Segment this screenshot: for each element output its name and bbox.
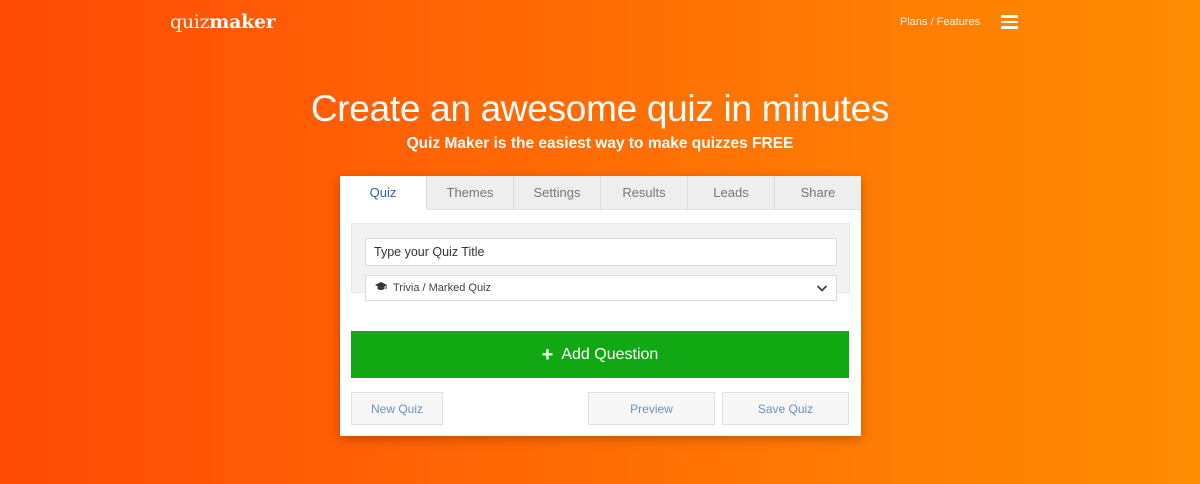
hamburger-line: [1001, 20, 1018, 24]
quiz-type-value: Trivia / Marked Quiz: [393, 282, 492, 294]
logo-light-text: quiz: [170, 11, 210, 33]
quiz-editor-card: Quiz Themes Settings Results Leads Share…: [340, 176, 861, 436]
hero-subtitle: Quiz Maker is the easiest way to make qu…: [406, 135, 794, 152]
new-quiz-button[interactable]: New Quiz: [351, 392, 443, 425]
hamburger-line: [1001, 15, 1018, 18]
tab-share[interactable]: Share: [774, 176, 861, 209]
hamburger-line: [1001, 26, 1018, 29]
plans-features-link[interactable]: Plans / Features: [900, 16, 980, 28]
quiz-type-select[interactable]: Trivia / Marked Quiz: [365, 275, 837, 301]
tab-settings[interactable]: Settings: [513, 176, 600, 209]
preview-button[interactable]: Preview: [588, 392, 715, 425]
quizmaker-logo[interactable]: quizmaker: [170, 11, 276, 33]
add-question-label: Add Question: [561, 345, 659, 363]
quiz-title-panel: Trivia / Marked Quiz: [351, 223, 850, 301]
quiz-title-input[interactable]: [365, 238, 837, 266]
save-quiz-button[interactable]: Save Quiz: [722, 392, 849, 425]
graduation-cap-icon: [375, 281, 387, 295]
hamburger-menu-icon[interactable]: [1001, 15, 1018, 29]
editor-tabs: Quiz Themes Settings Results Leads Share: [340, 176, 861, 210]
tab-leads[interactable]: Leads: [687, 176, 774, 209]
chevron-down-icon: [816, 285, 828, 292]
plus-icon: +: [541, 343, 554, 366]
tab-results[interactable]: Results: [600, 176, 687, 209]
tab-quiz[interactable]: Quiz: [340, 176, 426, 210]
logo-bold-text: maker: [209, 11, 276, 33]
add-question-button[interactable]: + Add Question: [351, 331, 849, 378]
tab-themes[interactable]: Themes: [426, 176, 513, 209]
hero-title: Create an awesome quiz in minutes: [310, 88, 890, 129]
top-nav: quizmaker Plans / Features: [0, 0, 1200, 48]
